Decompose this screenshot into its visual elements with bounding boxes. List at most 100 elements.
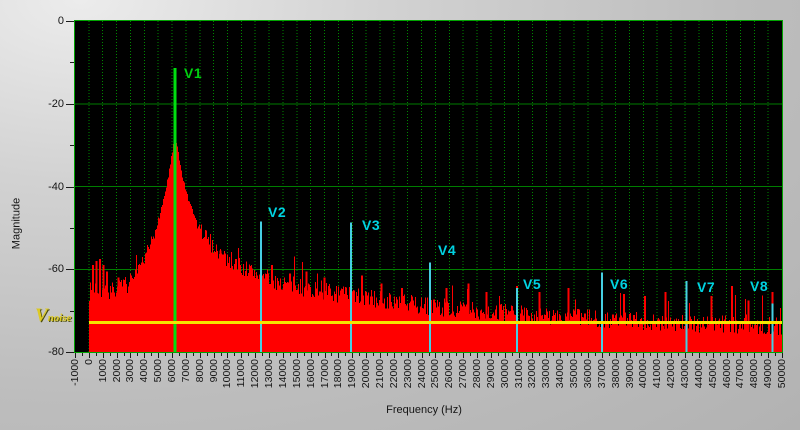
spectrum-spike (380, 283, 383, 352)
x-tick-label: 11000 (235, 359, 248, 388)
spectrum-spike (401, 287, 404, 352)
x-tick (102, 353, 104, 358)
spectrum-spike (99, 258, 101, 352)
x-tick-label: 46000 (720, 359, 733, 389)
marker-label-V6[interactable]: V6 (610, 277, 628, 291)
marker-label-V1[interactable]: V1 (184, 66, 202, 80)
x-tick (754, 353, 756, 358)
y-tick (66, 186, 74, 188)
x-tick-label: 29000 (484, 359, 497, 389)
x-tick (518, 353, 520, 358)
x-tick (88, 353, 90, 358)
x-minor-tick (428, 353, 430, 356)
noise-cursor-label[interactable]: Vnoise (35, 305, 72, 327)
x-minor-tick (178, 353, 180, 356)
x-tick-label: 1000 (96, 359, 109, 383)
x-tick-label: 49000 (762, 359, 775, 389)
x-tick-label: 45000 (706, 359, 719, 389)
x-minor-tick (123, 353, 125, 356)
x-minor-tick (705, 353, 707, 356)
marker-label-V3[interactable]: V3 (362, 218, 380, 232)
x-minor-tick (525, 353, 527, 356)
x-tick (490, 353, 492, 358)
x-minor-tick (95, 353, 97, 356)
marker-label-V2[interactable]: V2 (268, 205, 286, 219)
x-minor-tick (636, 353, 638, 356)
marker-label-V5[interactable]: V5 (523, 277, 541, 291)
plot-area[interactable] (74, 20, 783, 353)
x-tick (352, 353, 354, 358)
x-minor-tick (345, 353, 347, 356)
x-minor-tick (303, 353, 305, 356)
x-minor-tick (386, 353, 388, 356)
y-minor-tick (70, 145, 74, 147)
spectrum-analyzer-graph: Magnitude -1000 0 1000 2000 3000 4000 5000 6000… (0, 0, 800, 430)
x-tick (504, 353, 506, 358)
x-tick (712, 353, 714, 358)
x-tick (698, 353, 700, 358)
spectrum-fill (89, 138, 782, 352)
x-tick (560, 353, 562, 358)
x-minor-tick (262, 353, 264, 356)
x-tick (643, 353, 645, 358)
y-minor-tick (70, 227, 74, 229)
x-tick-label: 25000 (429, 359, 442, 389)
x-tick (449, 353, 451, 358)
x-tick (269, 353, 271, 358)
x-tick-label: 23000 (401, 359, 414, 389)
x-minor-tick (761, 353, 763, 356)
x-tick (684, 353, 686, 358)
x-tick-label: 31000 (512, 359, 525, 389)
x-tick-label: 27000 (457, 359, 470, 389)
x-tick (615, 353, 617, 358)
x-tick (185, 353, 187, 358)
x-tick-label: 38000 (609, 359, 622, 389)
x-minor-tick (511, 353, 513, 356)
marker-label-V4[interactable]: V4 (438, 243, 456, 257)
x-tick (144, 353, 146, 358)
spectrum-spike (95, 261, 98, 352)
noise-label-symbol: V (35, 305, 48, 326)
spectrum-spike (105, 271, 108, 352)
x-tick (130, 353, 132, 358)
spectrum-spike (288, 273, 291, 352)
x-tick-label: 15000 (290, 359, 303, 389)
x-tick (75, 353, 76, 358)
x-minor-tick (594, 353, 596, 356)
x-tick-label: 20000 (360, 359, 373, 389)
x-tick (158, 353, 160, 358)
marker-label-V7[interactable]: V7 (697, 280, 715, 294)
x-tick-label: 8000 (193, 359, 206, 383)
y-tick (66, 103, 74, 105)
x-tick-label: 5000 (152, 359, 165, 383)
x-tick-label: 3000 (124, 359, 137, 383)
x-tick (463, 353, 465, 358)
x-minor-tick (691, 353, 693, 356)
y-tick-label: -40 (48, 180, 64, 193)
x-tick-label: 17000 (318, 359, 331, 389)
marker-label-V8[interactable]: V8 (750, 279, 768, 293)
x-tick-label: 36000 (581, 359, 594, 389)
y-tick (66, 269, 74, 271)
x-tick (255, 353, 257, 358)
x-minor-tick (234, 353, 236, 356)
x-tick (477, 353, 479, 358)
spectrum-spike (445, 287, 448, 352)
spectrum-spike (567, 287, 570, 352)
x-tick (726, 353, 728, 358)
x-tick (657, 353, 659, 358)
x-minor-tick (470, 353, 472, 356)
y-tick-label: -20 (48, 97, 64, 110)
x-minor-tick (747, 353, 749, 356)
y-minor-tick (70, 62, 74, 64)
x-tick (629, 353, 631, 358)
x-minor-tick (317, 353, 319, 356)
x-minor-tick (414, 353, 416, 356)
x-tick (296, 353, 298, 358)
spectrum-spike (361, 275, 363, 352)
x-tick (241, 353, 243, 358)
x-minor-tick (137, 353, 139, 356)
y-tick-label: -80 (48, 346, 64, 358)
x-tick (379, 353, 381, 358)
x-minor-tick (775, 353, 777, 356)
